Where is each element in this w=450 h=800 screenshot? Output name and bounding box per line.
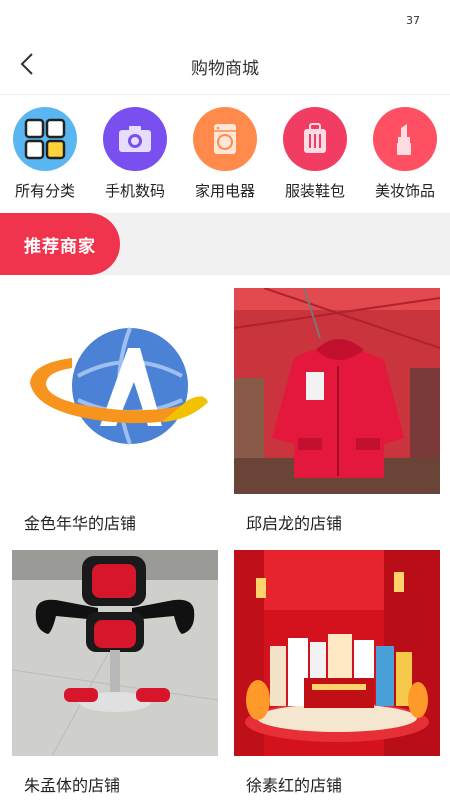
category-label: 家用电器 (194, 182, 255, 200)
shop-card[interactable]: 邱启龙的店铺 (234, 288, 440, 550)
shop-logo-image (12, 288, 218, 494)
child-seat-photo (12, 550, 218, 756)
lipstick-icon (373, 107, 437, 171)
luggage-icon (283, 107, 347, 171)
header: 购物商城 (0, 40, 450, 95)
shop-name: 邱启龙的店铺 (246, 514, 343, 533)
shop-card[interactable]: 朱孟体的店铺 (12, 550, 218, 800)
gift-display-photo (234, 550, 440, 756)
shop-name: 金色年华的店铺 (24, 514, 137, 533)
grid-icon (13, 107, 77, 171)
shop-card[interactable]: 徐素红的店铺 (234, 550, 440, 800)
category-label: 美妆饰品 (374, 182, 435, 200)
shop-name: 朱孟体的店铺 (24, 776, 121, 795)
category-label: 服装鞋包 (284, 182, 345, 200)
page-title: 购物商城 (191, 59, 259, 79)
shop-grid: 金色年华的店铺 邱启龙的店铺 朱孟体的店铺 徐素红的店铺 (0, 275, 450, 800)
camera-icon (103, 107, 167, 171)
category-label: 所有分类 (14, 182, 75, 200)
recommended-section-header: 推荐商家 (0, 213, 450, 275)
category-bar: 所有分类 手机数码 家用电器 服装鞋包 美妆饰品 (0, 95, 450, 213)
red-jacket-photo (234, 288, 440, 494)
shop-name: 徐素红的店铺 (246, 776, 343, 795)
shop-card[interactable]: 金色年华的店铺 (12, 288, 218, 550)
section-title: 推荐商家 (0, 213, 120, 275)
category-label: 手机数码 (104, 182, 165, 200)
category-clothing-bags[interactable]: 服装鞋包 (280, 107, 350, 213)
status-number: 37 (406, 14, 420, 27)
category-beauty[interactable]: 美妆饰品 (370, 107, 440, 213)
category-appliance[interactable]: 家用电器 (190, 107, 260, 213)
category-all[interactable]: 所有分类 (10, 107, 80, 213)
status-bar: 37 (0, 0, 450, 40)
category-phone-digital[interactable]: 手机数码 (100, 107, 170, 213)
washer-icon (193, 107, 257, 171)
